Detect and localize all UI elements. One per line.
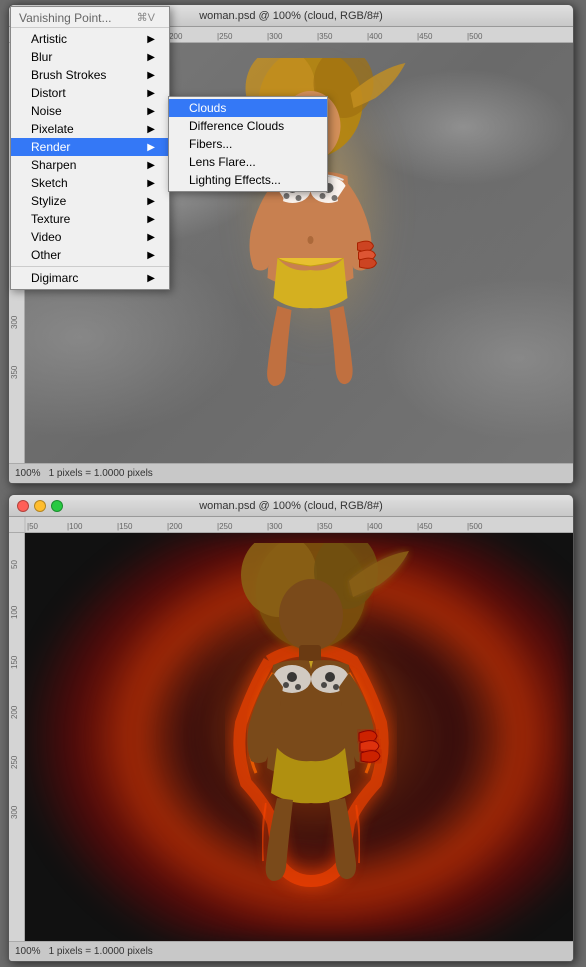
zoom-level-bottom: 100%	[15, 946, 41, 957]
window-title-top: woman.psd @ 100% (cloud, RGB/8#)	[199, 10, 383, 22]
canvas-bottom	[25, 533, 573, 941]
svg-text:|200: |200	[167, 522, 183, 531]
menu-separator	[11, 266, 169, 267]
menu-item-brush-strokes[interactable]: Brush Strokes ▶	[11, 66, 169, 84]
maximize-button-bottom[interactable]	[51, 500, 63, 512]
svg-text:50: 50	[10, 560, 19, 569]
minimize-button-bottom[interactable]	[34, 500, 46, 512]
menu-item-sharpen[interactable]: Sharpen ▶	[11, 156, 169, 174]
svg-text:300: 300	[10, 805, 19, 819]
menu-item-artistic[interactable]: Artistic ▶	[11, 30, 169, 48]
main-menu-panel[interactable]: Vanishing Point... ⌘V Artistic ▶ Blur ▶ …	[10, 6, 170, 290]
menu-title-text: Vanishing Point...	[19, 11, 112, 25]
canvas-image-bottom	[25, 533, 573, 941]
menu-item-video[interactable]: Video ▶	[11, 228, 169, 246]
scale-info-bottom: 1 pixels = 1.0000 pixels	[49, 946, 153, 957]
svg-text:|300: |300	[267, 522, 283, 531]
menu-title: Vanishing Point... ⌘V	[11, 9, 169, 28]
arrow-video: ▶	[147, 232, 155, 243]
submenu-clouds[interactable]: Clouds	[169, 99, 327, 117]
ruler-vertical-bottom: 50 100 150 200 250 300	[9, 533, 25, 941]
arrow-texture: ▶	[147, 214, 155, 225]
svg-text:|150: |150	[117, 522, 133, 531]
submenu-fibers[interactable]: Fibers...	[169, 135, 327, 153]
svg-text:300: 300	[10, 315, 19, 329]
arrow-distort: ▶	[147, 88, 155, 99]
svg-text:|500: |500	[467, 522, 483, 531]
render-submenu[interactable]: Clouds Difference Clouds Fibers... Lens …	[168, 96, 328, 192]
svg-text:|250: |250	[217, 32, 233, 41]
menu-item-other[interactable]: Other ▶	[11, 246, 169, 264]
svg-text:|50: |50	[27, 522, 39, 531]
arrow-sharpen: ▶	[147, 160, 155, 171]
svg-text:|100: |100	[67, 522, 83, 531]
arrow-stylize: ▶	[147, 196, 155, 207]
close-button-bottom[interactable]	[17, 500, 29, 512]
woman-figure-bottom	[191, 543, 431, 903]
svg-text:150: 150	[10, 655, 19, 669]
svg-text:|400: |400	[367, 32, 383, 41]
menu-item-sketch[interactable]: Sketch ▶	[11, 174, 169, 192]
svg-text:|250: |250	[217, 522, 233, 531]
title-bar-bottom: woman.psd @ 100% (cloud, RGB/8#)	[9, 495, 573, 517]
arrow-digimarc: ▶	[147, 273, 155, 284]
status-bar-bottom: 100% 1 pixels = 1.0000 pixels	[9, 941, 573, 961]
menu-item-texture[interactable]: Texture ▶	[11, 210, 169, 228]
svg-text:|300: |300	[267, 32, 283, 41]
filter-menu[interactable]: Vanishing Point... ⌘V Artistic ▶ Blur ▶ …	[10, 6, 170, 290]
zoom-level-top: 100%	[15, 468, 41, 479]
svg-text:|450: |450	[417, 522, 433, 531]
menu-item-noise[interactable]: Noise ▶	[11, 102, 169, 120]
submenu-lighting-effects[interactable]: Lighting Effects...	[169, 171, 327, 189]
arrow-blur: ▶	[147, 52, 155, 63]
svg-text:|450: |450	[417, 32, 433, 41]
svg-text:250: 250	[10, 755, 19, 769]
svg-text:|400: |400	[367, 522, 383, 531]
submenu-lens-flare[interactable]: Lens Flare...	[169, 153, 327, 171]
arrow-render: ▶	[147, 142, 155, 153]
menu-item-render[interactable]: Render ▶	[11, 138, 169, 156]
svg-text:100: 100	[10, 605, 19, 619]
menu-item-blur[interactable]: Blur ▶	[11, 48, 169, 66]
arrow-brush-strokes: ▶	[147, 70, 155, 81]
arrow-noise: ▶	[147, 106, 155, 117]
svg-text:|350: |350	[317, 522, 333, 531]
ruler-horizontal-bottom: |50 |100 |150 |200 |250 |300 |350 |400 |…	[9, 517, 573, 533]
submenu-difference-clouds[interactable]: Difference Clouds	[169, 117, 327, 135]
arrow-pixelate: ▶	[147, 124, 155, 135]
bottom-window: woman.psd @ 100% (cloud, RGB/8#) |50 |10…	[8, 494, 574, 962]
menu-item-pixelate[interactable]: Pixelate ▶	[11, 120, 169, 138]
window-title-bottom: woman.psd @ 100% (cloud, RGB/8#)	[199, 500, 383, 512]
scale-info-top: 1 pixels = 1.0000 pixels	[49, 468, 153, 479]
arrow-artistic: ▶	[147, 34, 155, 45]
svg-text:|500: |500	[467, 32, 483, 41]
window-controls-bottom[interactable]	[17, 500, 63, 512]
status-bar-top: 100% 1 pixels = 1.0000 pixels	[9, 463, 573, 483]
menu-item-digimarc[interactable]: Digimarc ▶	[11, 269, 169, 287]
menu-item-distort[interactable]: Distort ▶	[11, 84, 169, 102]
menu-shortcut: ⌘V	[137, 11, 155, 24]
arrow-other: ▶	[147, 250, 155, 261]
svg-text:200: 200	[10, 705, 19, 719]
svg-text:|350: |350	[317, 32, 333, 41]
menu-item-stylize[interactable]: Stylize ▶	[11, 192, 169, 210]
svg-text:350: 350	[10, 365, 19, 379]
arrow-sketch: ▶	[147, 178, 155, 189]
